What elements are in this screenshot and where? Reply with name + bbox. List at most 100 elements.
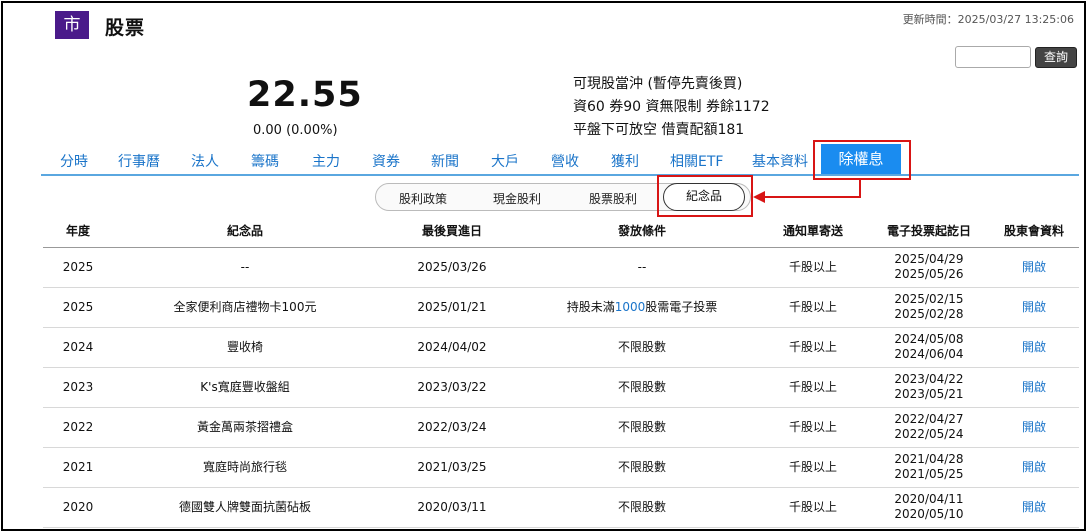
search-button[interactable]: 查詢 bbox=[1035, 47, 1077, 68]
cell-gift: 全家便利商店禮物卡100元 bbox=[113, 287, 377, 328]
open-link[interactable]: 開啟 bbox=[1022, 300, 1046, 314]
tab-intraday[interactable]: 分時 bbox=[60, 151, 88, 171]
cell-notice: 千股以上 bbox=[757, 407, 869, 448]
tab-related-etf[interactable]: 相關ETF bbox=[670, 151, 723, 171]
table-row: 2022 黃金萬兩茶摺禮盒 2022/03/24 不限股數 千股以上 2022/… bbox=[43, 407, 1079, 448]
update-time: 更新時間：2025/03/27 13:25:06 bbox=[902, 13, 1074, 26]
cell-year: 2022 bbox=[43, 407, 113, 448]
tab-divider bbox=[41, 174, 1079, 176]
table-row: 2025 全家便利商店禮物卡100元 2025/01/21 持股未滿1000股需… bbox=[43, 287, 1079, 328]
cell-year: 2025 bbox=[43, 287, 113, 328]
tab-revenue[interactable]: 營收 bbox=[551, 151, 579, 171]
subtab-dividend-policy[interactable]: 股利政策 bbox=[399, 190, 447, 207]
open-link[interactable]: 開啟 bbox=[1022, 380, 1046, 394]
trading-info-line: 平盤下可放空 借賣配額181 bbox=[573, 122, 745, 138]
market-badge: 市 bbox=[55, 11, 89, 39]
highlight-box-tab bbox=[813, 140, 911, 180]
tab-major-holders[interactable]: 大戶 bbox=[491, 151, 519, 171]
column-header: 通知單寄送 bbox=[757, 215, 869, 248]
vote-start: 2020/04/11 bbox=[894, 492, 964, 506]
cell-condition: 持股未滿1000股需電子投票 bbox=[527, 287, 757, 328]
cell-meeting-link: 開啟 bbox=[989, 327, 1079, 368]
tab-margin[interactable]: 資券 bbox=[372, 151, 400, 171]
cell-meeting-link: 開啟 bbox=[989, 367, 1079, 408]
condition-text: 持股未滿 bbox=[566, 299, 615, 314]
cell-gift: 黃金萬兩茶摺禮盒 bbox=[113, 407, 377, 448]
cell-meeting-link: 開啟 bbox=[989, 407, 1079, 448]
tab-calendar[interactable]: 行事曆 bbox=[118, 151, 160, 171]
tab-institutional[interactable]: 法人 bbox=[191, 151, 219, 171]
app-window: 市 股票 更新時間：2025/03/27 13:25:06 查詢 22.55 0… bbox=[1, 1, 1086, 531]
vote-start: 2021/04/28 bbox=[894, 452, 964, 466]
cell-gift: K's寬庭豐收盤組 bbox=[113, 367, 377, 408]
cell-condition: 不限股數 bbox=[527, 367, 757, 408]
cell-last-buy: 2020/03/11 bbox=[377, 487, 527, 528]
highlight-box-subtab bbox=[657, 175, 753, 217]
cell-last-buy: 2021/03/25 bbox=[377, 447, 527, 488]
condition-number: 1000 bbox=[614, 299, 646, 314]
vote-end: 2021/05/25 bbox=[894, 467, 964, 481]
vote-start: 2022/04/27 bbox=[894, 412, 964, 426]
open-link[interactable]: 開啟 bbox=[1022, 340, 1046, 354]
cell-vote-period: 2021/04/28 2021/05/25 bbox=[869, 447, 989, 488]
open-link[interactable]: 開啟 bbox=[1022, 260, 1046, 274]
trading-info-line: 可現股當沖 (暫停先賣後買) bbox=[573, 76, 743, 92]
open-link[interactable]: 開啟 bbox=[1022, 500, 1046, 514]
column-header: 電子投票起訖日 bbox=[869, 215, 989, 248]
vote-end: 2020/05/10 bbox=[894, 507, 964, 521]
condition-text: 股需電子投票 bbox=[645, 299, 718, 314]
subtab-stock-dividend[interactable]: 股票股利 bbox=[589, 190, 637, 207]
column-header: 最後買進日 bbox=[377, 215, 527, 248]
cell-notice: 千股以上 bbox=[757, 287, 869, 328]
open-link[interactable]: 開啟 bbox=[1022, 460, 1046, 474]
vote-start: 2023/04/22 bbox=[894, 372, 964, 386]
cell-last-buy: 2025/03/26 bbox=[377, 247, 527, 288]
subtab-cash-dividend[interactable]: 現金股利 bbox=[493, 190, 541, 207]
cell-condition: 不限股數 bbox=[527, 487, 757, 528]
cell-meeting-link: 開啟 bbox=[989, 287, 1079, 328]
cell-last-buy: 2023/03/22 bbox=[377, 367, 527, 408]
cell-gift: 寬庭時尚旅行毯 bbox=[113, 447, 377, 488]
cell-year: 2020 bbox=[43, 487, 113, 528]
table-row: 2021 寬庭時尚旅行毯 2021/03/25 不限股數 千股以上 2021/0… bbox=[43, 447, 1079, 488]
cell-year: 2021 bbox=[43, 447, 113, 488]
search-input[interactable] bbox=[955, 46, 1031, 68]
cell-meeting-link: 開啟 bbox=[989, 447, 1079, 488]
stock-price: 22.55 bbox=[247, 75, 363, 115]
vote-end: 2025/02/28 bbox=[894, 307, 964, 321]
table-row: 2025 -- 2025/03/26 -- 千股以上 2025/04/29 202… bbox=[43, 247, 1079, 288]
tab-main-force[interactable]: 主力 bbox=[312, 151, 340, 171]
cell-condition: 不限股數 bbox=[527, 407, 757, 448]
table-row: 2024 豐收椅 2024/04/02 不限股數 千股以上 2024/05/08… bbox=[43, 327, 1079, 368]
cell-notice: 千股以上 bbox=[757, 447, 869, 488]
cell-meeting-link: 開啟 bbox=[989, 487, 1079, 528]
cell-year: 2023 bbox=[43, 367, 113, 408]
cell-gift: 豐收椅 bbox=[113, 327, 377, 368]
cell-year: 2025 bbox=[43, 247, 113, 288]
cell-gift: -- bbox=[113, 247, 377, 288]
cell-condition: -- bbox=[527, 247, 757, 288]
cell-vote-period: 2023/04/22 2023/05/21 bbox=[869, 367, 989, 408]
vote-start: 2025/04/29 bbox=[894, 252, 964, 266]
cell-vote-period: 2020/04/11 2020/05/10 bbox=[869, 487, 989, 528]
cell-condition: 不限股數 bbox=[527, 327, 757, 368]
tab-chips[interactable]: 籌碼 bbox=[251, 151, 279, 171]
tab-news[interactable]: 新聞 bbox=[431, 151, 459, 171]
souvenir-table: 年度 紀念品 最後買進日 發放條件 通知單寄送 電子投票起訖日 股東會資料 20… bbox=[43, 215, 1079, 528]
cell-notice: 千股以上 bbox=[757, 367, 869, 408]
column-header: 股東會資料 bbox=[989, 215, 1079, 248]
cell-notice: 千股以上 bbox=[757, 247, 869, 288]
cell-condition: 不限股數 bbox=[527, 447, 757, 488]
column-header: 年度 bbox=[43, 215, 113, 248]
tab-profit[interactable]: 獲利 bbox=[611, 151, 639, 171]
column-header: 紀念品 bbox=[113, 215, 377, 248]
open-link[interactable]: 開啟 bbox=[1022, 420, 1046, 434]
vote-end: 2024/06/04 bbox=[894, 347, 964, 361]
vote-end: 2023/05/21 bbox=[894, 387, 964, 401]
page-title: 股票 bbox=[105, 17, 146, 39]
cell-last-buy: 2025/01/21 bbox=[377, 287, 527, 328]
tab-fundamentals[interactable]: 基本資料 bbox=[752, 151, 808, 171]
cell-vote-period: 2025/02/15 2025/02/28 bbox=[869, 287, 989, 328]
cell-meeting-link: 開啟 bbox=[989, 247, 1079, 288]
table-header-row: 年度 紀念品 最後買進日 發放條件 通知單寄送 電子投票起訖日 股東會資料 bbox=[43, 215, 1079, 248]
